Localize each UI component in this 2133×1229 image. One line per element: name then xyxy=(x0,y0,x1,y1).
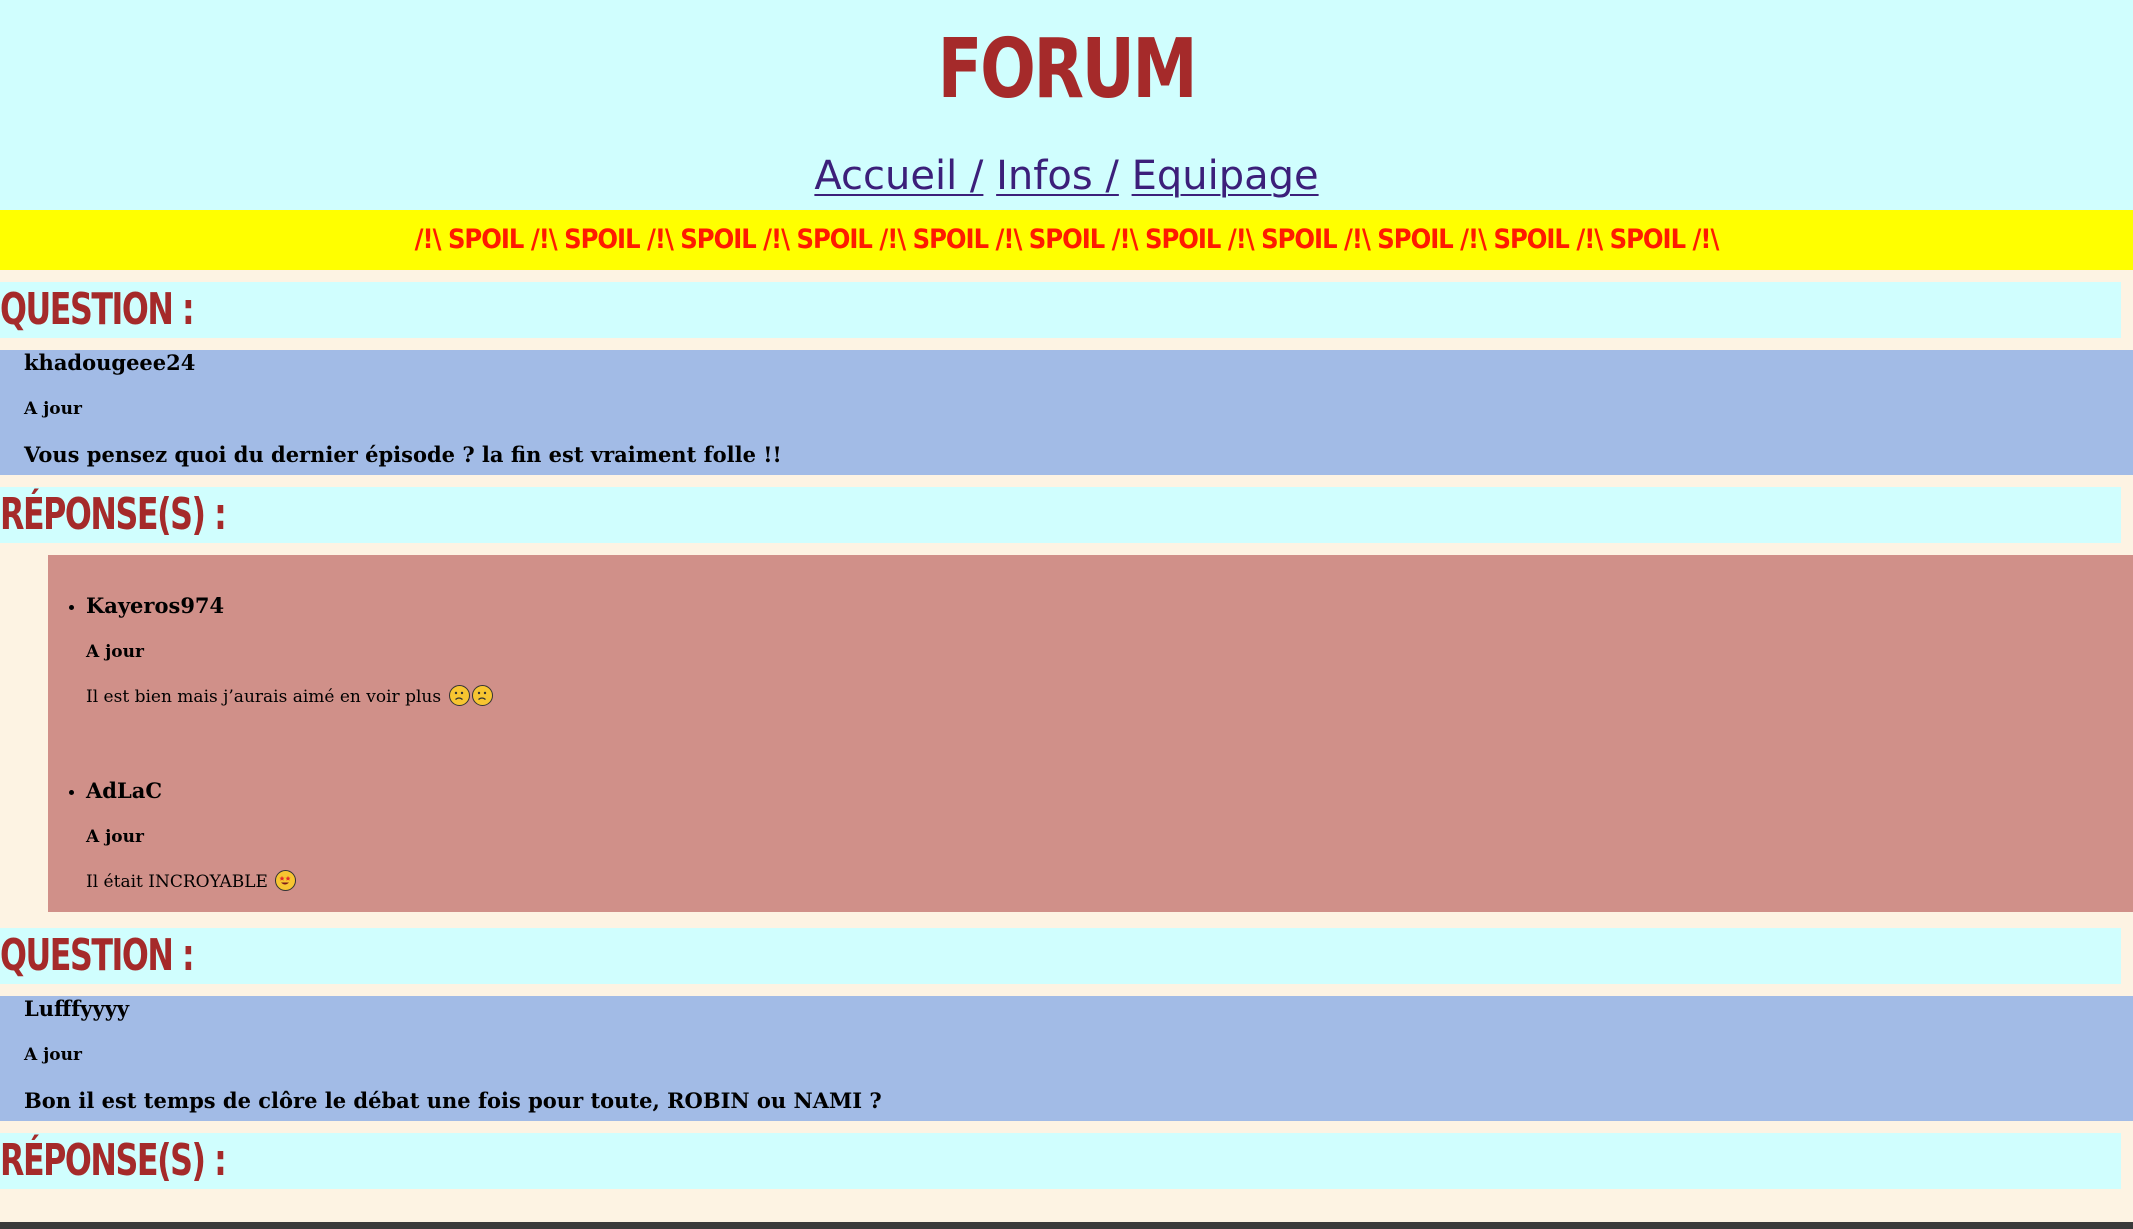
thread: QUESTION : Lufffyyyy A jour Bon il est t… xyxy=(0,912,2133,1189)
response-status: A jour xyxy=(86,827,144,847)
nav-link-infos[interactable]: Infos / xyxy=(996,153,1119,199)
responses-heading-label: RÉPONSE(S) : xyxy=(0,489,227,540)
worried-face-icon xyxy=(471,685,493,706)
response-status: A jour xyxy=(86,642,144,662)
responses-heading-label: RÉPONSE(S) : xyxy=(0,1135,227,1186)
question-status: A jour xyxy=(24,399,82,419)
main-nav: Accueil / Infos / Equipage xyxy=(0,146,2133,206)
question-text: Bon il est temps de clôre le débat une f… xyxy=(24,1088,882,1113)
question-heading-label: QUESTION : xyxy=(0,284,195,335)
question-post: khadougeee24 A jour Vous pensez quoi du … xyxy=(0,350,2133,475)
response-text: Il était INCROYABLE xyxy=(86,872,268,892)
page-header: FORUM Accueil / Infos / Equipage xyxy=(0,0,2133,210)
question-status: A jour xyxy=(24,1045,82,1065)
question-text: Vous pensez quoi du dernier épisode ? la… xyxy=(24,442,782,467)
question-heading-label: QUESTION : xyxy=(0,930,195,981)
response-username[interactable]: Kayeros974 xyxy=(86,593,2133,619)
question-username[interactable]: Lufffyyyy xyxy=(24,996,2133,1022)
page-title: FORUM xyxy=(937,22,1198,117)
nav-link-equipage[interactable]: Equipage xyxy=(1132,153,1319,199)
nav-link-accueil[interactable]: Accueil / xyxy=(814,153,983,199)
question-username[interactable]: khadougeee24 xyxy=(24,350,2133,376)
response-text: Il est bien mais j’aurais aimé en voir p… xyxy=(86,687,442,707)
thread: QUESTION : khadougeee24 A jour Vous pens… xyxy=(0,270,2133,912)
spoil-banner: /!\ SPOIL /!\ SPOIL /!\ SPOIL /!\ SPOIL … xyxy=(0,210,2133,270)
question-heading: QUESTION : xyxy=(0,282,2121,338)
response-item: AdLaC A jour Il était INCROYABLE xyxy=(86,778,2133,893)
response-text-row: Il était INCROYABLE xyxy=(86,870,2133,893)
worried-face-icon xyxy=(448,685,470,706)
responses-list: Kayeros974 A jour Il est bien mais j’aur… xyxy=(48,555,2133,912)
response-username[interactable]: AdLaC xyxy=(86,778,2133,804)
responses-heading: RÉPONSE(S) : xyxy=(0,487,2121,543)
question-heading: QUESTION : xyxy=(0,928,2121,984)
response-text-row: Il est bien mais j’aurais aimé en voir p… xyxy=(86,685,2133,708)
horizontal-scrollbar[interactable] xyxy=(0,1222,2133,1229)
responses-heading: RÉPONSE(S) : xyxy=(0,1133,2121,1189)
question-post: Lufffyyyy A jour Bon il est temps de clô… xyxy=(0,996,2133,1121)
response-item: Kayeros974 A jour Il est bien mais j’aur… xyxy=(86,593,2133,708)
star-struck-face-icon xyxy=(275,870,297,891)
